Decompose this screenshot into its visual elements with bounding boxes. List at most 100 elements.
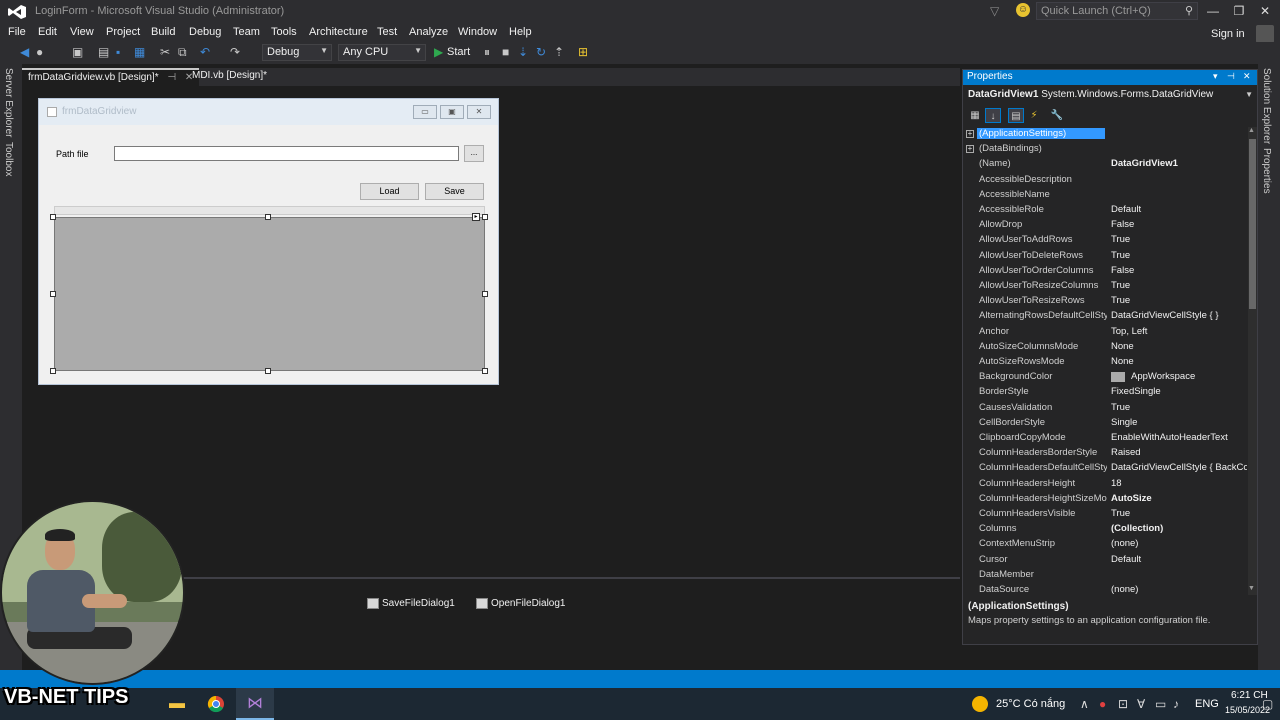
path-file-input[interactable] [114, 146, 459, 161]
menu-file[interactable]: File [8, 26, 26, 38]
property-row[interactable]: + (ApplicationSettings) [963, 127, 1247, 142]
property-row[interactable]: AutoSizeRowsMode None [963, 355, 1247, 370]
property-row[interactable]: AllowUserToOrderColumns False [963, 264, 1247, 279]
property-row[interactable]: Cursor Default [963, 553, 1247, 568]
datagridview1[interactable] [54, 217, 485, 371]
resize-handle-top[interactable] [265, 214, 271, 220]
save-button[interactable]: Save [425, 183, 484, 200]
step-into-icon[interactable]: ⇣ [518, 45, 528, 59]
property-row[interactable]: AccessibleName [963, 188, 1247, 203]
scroll-thumb[interactable] [1249, 139, 1256, 309]
chrome-icon[interactable] [197, 688, 235, 720]
minimize-button[interactable]: — [1202, 3, 1224, 19]
layout-toolbar-icon[interactable]: ⊞ [578, 45, 588, 59]
property-row[interactable]: ColumnHeadersHeight 18 [963, 477, 1247, 492]
property-row[interactable]: AllowUserToResizeRows True [963, 294, 1247, 309]
navigate-back-icon[interactable]: ◀ [20, 45, 29, 59]
volume-icon[interactable]: ♪ [1173, 697, 1179, 711]
property-value[interactable]: Default [1111, 204, 1247, 215]
property-row[interactable]: BorderStyle FixedSingle [963, 385, 1247, 400]
expand-plus-icon[interactable]: + [966, 145, 974, 154]
scroll-down-icon[interactable]: ▼ [1248, 585, 1255, 592]
property-value[interactable]: EnableWithAutoHeaderText [1111, 432, 1247, 443]
property-value[interactable]: None [1111, 356, 1247, 367]
object-selector[interactable]: DataGridView1 System.Windows.Forms.DataG… [968, 89, 1213, 100]
tray-app-icon[interactable]: ⊡ [1118, 697, 1128, 711]
property-row[interactable]: + (DataBindings) [963, 142, 1247, 157]
menu-test[interactable]: Test [377, 26, 397, 38]
save-all-icon[interactable]: ▦ [134, 45, 145, 59]
property-value[interactable]: True [1111, 280, 1247, 291]
property-row[interactable]: ColumnHeadersBorderStyle Raised [963, 446, 1247, 461]
solution-configuration-select[interactable]: Debug ▼ [262, 44, 332, 61]
menu-team[interactable]: Team [233, 26, 260, 38]
property-row[interactable]: (Name) DataGridView1 [963, 157, 1247, 172]
tab-mdi-design[interactable]: MDI.vb [Design]* [186, 68, 273, 86]
property-value[interactable]: True [1111, 234, 1247, 245]
menu-help[interactable]: Help [509, 26, 532, 38]
property-row[interactable]: AlternatingRowsDefaultCellSty DataGridVie… [963, 309, 1247, 324]
smart-tag-icon[interactable]: ▸ [472, 213, 480, 221]
pause-icon[interactable]: ⏸ [484, 45, 490, 60]
menu-window[interactable]: Window [458, 26, 497, 38]
account-icon[interactable] [1256, 25, 1274, 43]
toolbox-tab[interactable]: Toolbox [3, 142, 14, 176]
property-row[interactable]: ColumnHeadersHeightSizeMo AutoSize [963, 492, 1247, 507]
stop-icon[interactable]: ■ [502, 45, 509, 59]
property-value[interactable]: DataGridView1 [1111, 158, 1247, 169]
close-button[interactable]: ✕ [1254, 3, 1276, 19]
form-frmdatagridview[interactable]: frmDataGridview ▭ ▣ ✕ Path file ... Load… [38, 98, 499, 385]
property-value[interactable]: Raised [1111, 447, 1247, 458]
property-value[interactable]: DataGridViewCellStyle { } [1111, 310, 1247, 321]
chevron-down-icon[interactable]: ▼ [1245, 90, 1253, 99]
copy-icon[interactable]: ⧉ [178, 45, 187, 60]
resize-handle-bottom-right[interactable] [482, 368, 488, 374]
navigate-forward-icon[interactable]: ● [36, 45, 43, 59]
property-value[interactable]: FixedSingle [1111, 386, 1247, 397]
property-value[interactable]: AutoSize [1111, 493, 1247, 504]
property-value[interactable]: True [1111, 402, 1247, 413]
menu-tools[interactable]: Tools [271, 26, 297, 38]
properties-tab[interactable]: Properties [1261, 148, 1272, 194]
tab-frmdatagridview-design[interactable]: frmDataGridview.vb [Design]* ⊣ ✕ [22, 68, 200, 86]
resize-handle-bottom[interactable] [265, 368, 271, 374]
property-row[interactable]: AccessibleDescription [963, 173, 1247, 188]
expand-plus-icon[interactable]: + [966, 130, 974, 138]
property-value[interactable]: AppWorkspace [1111, 371, 1247, 382]
property-value[interactable]: True [1111, 295, 1247, 306]
sign-in-link[interactable]: Sign in [1211, 28, 1245, 40]
show-hidden-icons-icon[interactable]: ∧ [1080, 697, 1089, 711]
property-value[interactable]: True [1111, 250, 1247, 261]
close-properties-icon[interactable]: ✕ [1243, 71, 1251, 82]
file-explorer-icon[interactable]: ▬ [158, 688, 196, 720]
pin-icon[interactable]: ⊣ [167, 72, 176, 83]
weather-text[interactable]: 25°C Có nắng [996, 698, 1065, 710]
path-file-label[interactable]: Path file [56, 149, 89, 159]
solution-explorer-tab[interactable]: Solution Explorer [1261, 68, 1272, 144]
property-value[interactable]: DataGridViewCellStyle { BackCol [1111, 462, 1247, 473]
property-row[interactable]: Anchor Top, Left [963, 325, 1247, 340]
property-row[interactable]: AllowUserToDeleteRows True [963, 249, 1247, 264]
menu-edit[interactable]: Edit [38, 26, 57, 38]
resize-handle-bottom-left[interactable] [50, 368, 56, 374]
quick-launch-input[interactable]: Quick Launch (Ctrl+Q) ⚲ [1036, 2, 1198, 20]
property-value[interactable]: Single [1111, 417, 1247, 428]
property-value[interactable]: True [1111, 508, 1247, 519]
undo-icon[interactable]: ↶ [200, 45, 210, 59]
step-out-icon[interactable]: ⇡ [554, 45, 564, 59]
menu-view[interactable]: View [70, 26, 94, 38]
server-explorer-tab[interactable]: Server Explorer [3, 68, 14, 137]
feedback-smile-icon[interactable]: ☺ [1016, 3, 1030, 17]
auto-hide-pin-icon[interactable]: ⊣ [1227, 71, 1235, 82]
window-position-icon[interactable]: ▾ [1213, 71, 1218, 82]
new-project-icon[interactable]: ▣ [72, 45, 83, 59]
notifications-icon[interactable]: ▢ [1262, 697, 1273, 711]
solution-platform-select[interactable]: Any CPU ▼ [338, 44, 426, 61]
property-value[interactable]: (none) [1111, 584, 1247, 595]
property-row[interactable]: CausesValidation True [963, 401, 1247, 416]
property-row[interactable]: ColumnHeadersDefaultCellSty DataGridViewC… [963, 461, 1247, 476]
record-icon[interactable]: ● [1099, 697, 1106, 711]
resize-handle-left[interactable] [50, 291, 56, 297]
browse-button[interactable]: ... [464, 145, 484, 162]
cut-icon[interactable]: ✂ [160, 45, 170, 59]
